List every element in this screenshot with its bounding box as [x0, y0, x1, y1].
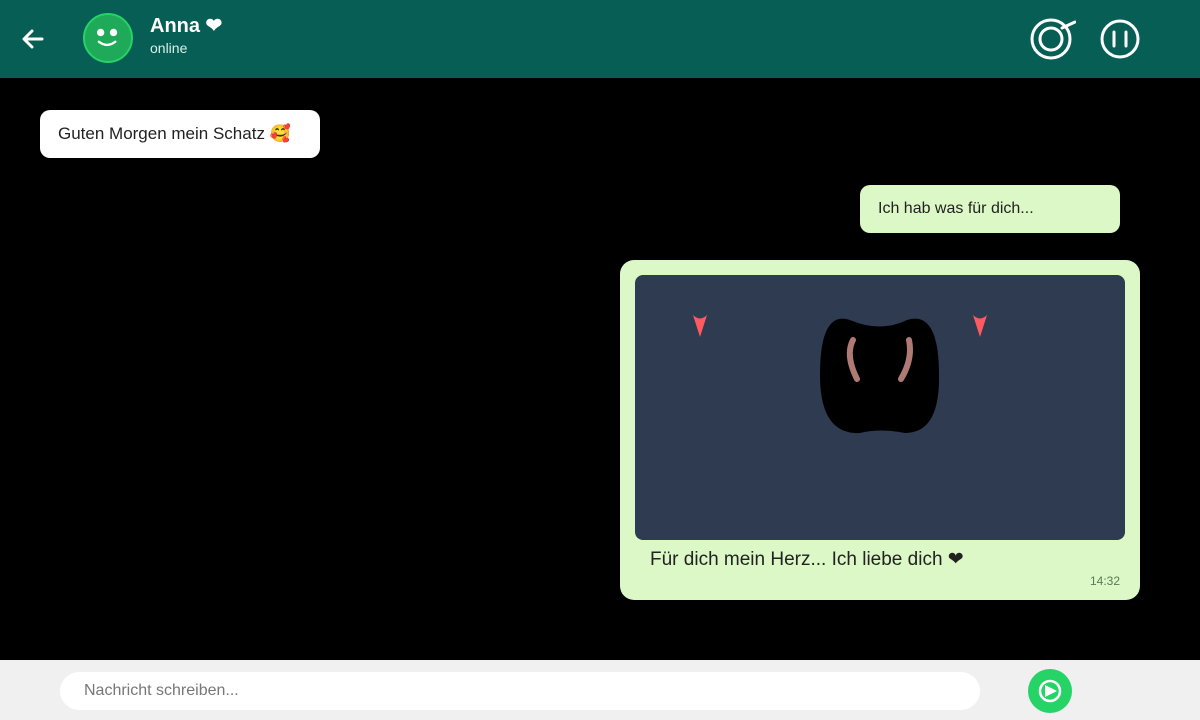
incoming-message[interactable]: Guten Morgen mein Schatz 🥰 — [40, 110, 320, 158]
smiley-icon — [96, 28, 118, 47]
composer-bar — [0, 660, 1200, 720]
avatar[interactable] — [83, 13, 133, 63]
contact-status: online — [150, 40, 188, 56]
media-caption: Für dich mein Herz... Ich liebe dich ❤ — [650, 549, 964, 570]
contact-name[interactable]: Anna ❤ — [150, 13, 222, 38]
pause-icon[interactable] — [1098, 18, 1144, 60]
message-input[interactable] — [60, 672, 980, 710]
back-arrow-icon[interactable] — [20, 26, 46, 52]
message-time: 14:32 — [1089, 574, 1120, 588]
outgoing-media-message[interactable]: Für dich mein Herz... Ich liebe dich ❤ 1… — [620, 260, 1140, 600]
heart-hands-illustration — [693, 315, 987, 434]
media-image[interactable] — [635, 275, 1125, 540]
camera-icon[interactable] — [1030, 18, 1076, 60]
outgoing-message[interactable]: Ich hab was für dich... — [860, 185, 1120, 233]
send-button[interactable] — [1028, 669, 1072, 713]
message-text: Guten Morgen mein Schatz 🥰 — [58, 124, 291, 143]
send-icon — [1038, 679, 1062, 703]
heart-left-icon — [693, 315, 707, 337]
chat-header: Anna ❤ online — [0, 0, 1200, 78]
dark-hands-shape — [820, 318, 940, 434]
message-text: Ich hab was für dich... — [878, 200, 1034, 217]
heart-right-icon — [973, 315, 987, 337]
